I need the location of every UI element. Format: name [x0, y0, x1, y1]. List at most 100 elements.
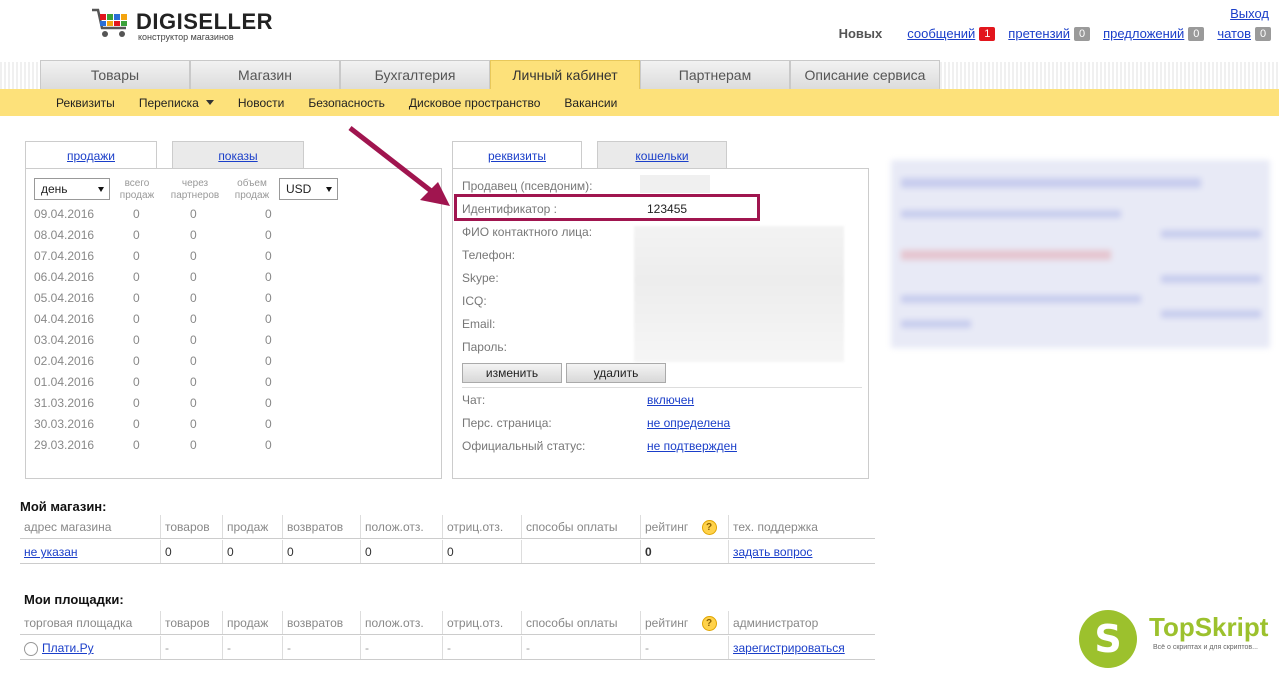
- tab-sales[interactable]: продажи: [25, 141, 157, 169]
- sales-value: 0: [190, 438, 197, 452]
- register-link[interactable]: зарегистрироваться: [733, 641, 845, 655]
- notif-offers-link[interactable]: предложений: [1103, 26, 1184, 41]
- chat-value-link[interactable]: включен: [647, 393, 694, 407]
- notifications-bar: Новых сообщений 1 претензий 0 предложени…: [839, 26, 1271, 41]
- col-marketplace: торговая площадка: [24, 616, 133, 630]
- col-negative: отриц.отз.: [442, 611, 521, 634]
- notif-offers[interactable]: предложений 0: [1103, 26, 1205, 41]
- skype-label: Skype:: [462, 271, 499, 285]
- payment-methods-cell: [521, 540, 640, 563]
- sales-row: 05.04.2016 0 0 0: [34, 291, 434, 312]
- edit-button[interactable]: изменить: [462, 363, 562, 383]
- sales-value: 0: [265, 417, 272, 431]
- sales-value: 0: [265, 228, 272, 242]
- tab-service-description[interactable]: Описание сервиса: [790, 60, 940, 89]
- tab-shop[interactable]: Магазин: [190, 60, 340, 89]
- notif-claims[interactable]: претензий 0: [1008, 26, 1091, 41]
- my-shop-row: не указан 0 0 0 0 0 0 задать вопрос: [20, 540, 875, 564]
- tab-sales-link[interactable]: продажи: [67, 149, 115, 163]
- blurred-banner: [891, 160, 1270, 348]
- tab-wallets[interactable]: кошельки: [597, 141, 727, 169]
- phone-label: Телефон:: [462, 248, 516, 262]
- notif-chats[interactable]: чатов 0: [1217, 26, 1271, 41]
- shop-address-link[interactable]: не указан: [24, 545, 78, 559]
- tab-personal-cabinet[interactable]: Личный кабинет: [490, 60, 640, 89]
- col-products: товаров: [160, 611, 222, 634]
- tab-requisites-link[interactable]: реквизиты: [488, 149, 546, 163]
- notif-messages-link[interactable]: сообщений: [907, 26, 975, 41]
- notif-claims-badge: 0: [1074, 26, 1091, 41]
- sales-value: 0: [265, 270, 272, 284]
- sales-cell: 0: [222, 540, 282, 563]
- sales-value: 0: [265, 249, 272, 263]
- tab-wallets-link[interactable]: кошельки: [635, 149, 688, 163]
- subnav-disk-space[interactable]: Дисковое пространство: [409, 96, 541, 110]
- tab-views[interactable]: показы: [172, 141, 304, 169]
- period-select[interactable]: день: [34, 178, 110, 200]
- col-products: товаров: [160, 515, 222, 538]
- highlight-box: [454, 194, 760, 221]
- sales-row: 01.04.2016 0 0 0: [34, 375, 434, 396]
- subnav-news[interactable]: Новости: [238, 96, 284, 110]
- sales-panel: день всего продаж через партнеров объем …: [25, 168, 442, 479]
- tab-views-link[interactable]: показы: [218, 149, 257, 163]
- col-negative: отриц.отз.: [442, 515, 521, 538]
- notif-chats-badge: 0: [1255, 26, 1271, 41]
- sales-cell: -: [222, 636, 282, 659]
- returns-cell: 0: [282, 540, 360, 563]
- administrator-cell: зарегистрироваться: [728, 636, 875, 659]
- exit-link[interactable]: Выход: [1230, 6, 1269, 21]
- col-via-partners: через партнеров: [170, 178, 220, 201]
- positive-cell: 0: [360, 540, 442, 563]
- notif-messages[interactable]: сообщений 1: [907, 26, 996, 41]
- tab-accounting[interactable]: Бухгалтерия: [340, 60, 490, 89]
- my-sites-title: Мои площадки:: [24, 592, 124, 607]
- sales-row: 30.03.2016 0 0 0: [34, 417, 434, 438]
- sales-value: 0: [265, 438, 272, 452]
- notif-claims-link[interactable]: претензий: [1008, 26, 1070, 41]
- sales-value: 0: [133, 438, 140, 452]
- sales-value: 0: [190, 333, 197, 347]
- marketplace-link[interactable]: Плати.Ру: [42, 641, 94, 655]
- products-cell: -: [160, 636, 222, 659]
- currency-select[interactable]: USD: [279, 178, 338, 200]
- help-icon[interactable]: ?: [701, 520, 717, 536]
- subnav-security[interactable]: Безопасность: [308, 96, 385, 110]
- rating-cell: -: [640, 636, 728, 659]
- ask-question-link[interactable]: задать вопрос: [733, 545, 812, 559]
- sales-value: 0: [133, 270, 140, 284]
- sales-value: 0: [133, 333, 140, 347]
- sales-value: 0: [133, 291, 140, 305]
- divider: [462, 387, 862, 388]
- sales-value: 0: [133, 417, 140, 431]
- sales-value: 0: [265, 333, 272, 347]
- products-cell: 0: [160, 540, 222, 563]
- sales-date: 05.04.2016: [34, 291, 95, 305]
- col-sales: продаж: [222, 611, 282, 634]
- sales-value: 0: [265, 291, 272, 305]
- subnav-requisites[interactable]: Реквизиты: [56, 96, 115, 110]
- subnav-vacancies[interactable]: Вакансии: [564, 96, 617, 110]
- sales-row: 29.03.2016 0 0 0: [34, 438, 434, 459]
- sales-value: 0: [133, 249, 140, 263]
- col-rating: рейтинг ?: [640, 611, 728, 634]
- tab-requisites[interactable]: реквизиты: [452, 141, 582, 169]
- tab-products[interactable]: Товары: [40, 60, 190, 89]
- col-positive: полож.отз.: [360, 611, 442, 634]
- personal-page-link[interactable]: не определена: [647, 416, 730, 430]
- col-administrator: администратор: [728, 611, 875, 634]
- notif-chats-link[interactable]: чатов: [1217, 26, 1251, 41]
- my-shop-header: адрес магазина товаров продаж возвратов …: [20, 515, 875, 539]
- subnav-correspondence[interactable]: Переписка: [139, 96, 214, 110]
- col-positive: полож.отз.: [360, 515, 442, 538]
- help-icon[interactable]: ?: [701, 616, 717, 632]
- tab-partners[interactable]: Партнерам: [640, 60, 790, 89]
- col-rating-label: рейтинг: [645, 520, 689, 534]
- sales-date: 04.04.2016: [34, 312, 95, 326]
- sales-date: 30.03.2016: [34, 417, 95, 431]
- radio-icon[interactable]: [24, 641, 38, 656]
- logo[interactable]: DIGISELLER конструктор магазинов: [90, 6, 273, 42]
- official-status-link[interactable]: не подтвержден: [647, 439, 737, 453]
- delete-button[interactable]: удалить: [566, 363, 666, 383]
- sales-value: 0: [190, 375, 197, 389]
